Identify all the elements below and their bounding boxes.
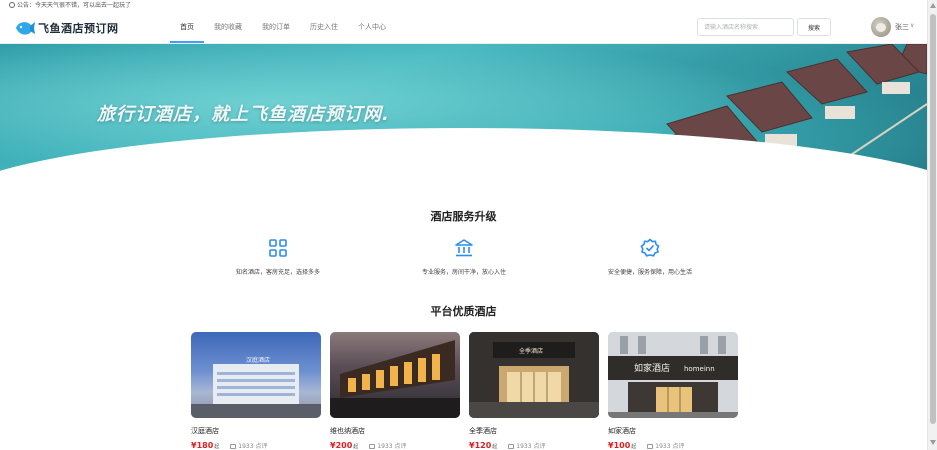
hotel-signage: 如家酒店 [634,362,670,374]
nav-history[interactable]: 历史入住 [300,12,348,43]
page-scrollbar[interactable] [927,0,937,450]
ji-hotel-building: 全季酒店 [469,332,599,418]
hotel-search-input[interactable] [697,18,794,36]
review-count: 1933 点评 [655,443,685,450]
notice-icon [9,2,15,8]
hotel-price: ¥200 [330,441,353,450]
services-title: 酒店服务升级 [430,210,497,223]
hotel-reviews: 1933 点评 [647,441,684,450]
nav-orders[interactable]: 我的订单 [252,12,300,43]
chevron-down-icon[interactable]: ∨ [910,22,914,29]
site-logo[interactable]: 飞鱼酒店预订网 [14,17,119,39]
hotel-price: ¥100 [608,441,631,450]
hotel-image[interactable]: 如家酒店 homeinn [608,332,738,418]
hotel-signage: 全季酒店 [519,347,543,355]
badge-check-icon [640,238,660,257]
scrollbar-thumb[interactable] [930,14,936,424]
hotel-signage: homeinn [684,365,715,373]
vienna-building [330,340,460,418]
review-count: 1933 点评 [516,443,546,450]
hotel-price: ¥180 [191,441,214,450]
user-name[interactable]: 张三 [895,22,909,32]
announcement-bar: 公告：今天天气很不错，可以出去一起玩了 [0,0,927,12]
price-unit: 起 [214,444,220,450]
hotel-card[interactable]: 维也纳酒店 ¥200 起 1933 点评 [330,332,460,450]
hotel-reviews: 1933 点评 [508,441,545,450]
user-avatar[interactable] [871,17,891,37]
review-count: 1933 点评 [377,443,407,450]
hotel-meta: ¥180 起 1933 点评 [191,441,321,450]
banner-slogan: 旅行订酒店，就上飞鱼酒店预订网. [97,104,390,125]
hotel-card[interactable]: 汉庭酒店 汉庭酒店 ¥180 起 1933 点评 [191,332,321,450]
hotel-meta: ¥120 起 1933 点评 [469,441,599,450]
service-text: 安全便捷，服务保障，用心生活 [607,269,692,276]
hotel-meta: ¥200 起 1933 点评 [330,441,460,450]
hotel-name[interactable]: 汉庭酒店 [191,426,321,436]
service-item: 知名酒店，客房充足，选择多多 [198,238,358,276]
hotel-name[interactable]: 维也纳酒店 [330,426,460,436]
top-header: 飞鱼酒店预订网 首页 我的收藏 我的订单 历史入住 个人中心 搜索 张三 ∨ [0,12,927,44]
hotels-title: 平台优质酒店 [430,305,497,318]
hotel-price: ¥120 [469,441,492,450]
bank-icon [455,239,473,257]
hotel-image[interactable] [330,332,460,418]
announcement-text: 公告：今天天气很不错，可以出去一起玩了 [17,2,132,9]
hotel-image[interactable]: 全季酒店 [469,332,599,418]
comment-icon [369,444,376,449]
hotel-reviews: 1933 点评 [369,441,406,450]
grid-icon [269,239,287,257]
hotel-reviews: 1933 点评 [230,441,267,450]
hotel-image[interactable]: 汉庭酒店 [191,332,321,418]
hanting-building: 汉庭酒店 [191,356,321,418]
hotel-name[interactable]: 如家酒店 [608,426,738,436]
main-nav: 首页 我的收藏 我的订单 历史入住 个人中心 [170,12,396,43]
comment-icon [230,444,237,449]
service-item: 安全便捷，服务保障，用心生活 [570,238,730,276]
price-unit: 起 [492,444,498,450]
scroll-up-arrow-icon[interactable] [930,3,936,8]
comment-icon [647,444,654,449]
hotel-signage: 汉庭酒店 [246,356,270,364]
nav-favorites[interactable]: 我的收藏 [204,12,252,43]
scroll-down-arrow-icon[interactable] [930,440,936,445]
hotel-card[interactable]: 全季酒店 全季酒店 ¥120 起 1933 点评 [469,332,599,450]
hotel-card[interactable]: 如家酒店 homeinn 如家酒店 ¥100 起 1933 点评 [608,332,738,450]
search-button[interactable]: 搜索 [797,18,831,36]
nav-home[interactable]: 首页 [170,12,204,43]
hero-banner: 旅行订酒店，就上飞鱼酒店预订网. [0,44,927,191]
homeinn-building: 如家酒店 homeinn [608,332,738,418]
service-text: 知名酒店，客房充足，选择多多 [235,269,320,276]
review-count: 1933 点评 [238,443,268,450]
hotel-name[interactable]: 全季酒店 [469,426,599,436]
site-name: 飞鱼酒店预订网 [38,22,119,35]
service-text: 专业服务，房间干净，放心入住 [421,269,506,276]
comment-icon [508,444,515,449]
fish-logo-icon [16,22,35,35]
price-unit: 起 [631,444,637,450]
hotel-meta: ¥100 起 1933 点评 [608,441,738,450]
price-unit: 起 [353,444,359,450]
service-item: 专业服务，房间干净，放心入住 [384,238,544,276]
nav-profile[interactable]: 个人中心 [348,12,396,43]
